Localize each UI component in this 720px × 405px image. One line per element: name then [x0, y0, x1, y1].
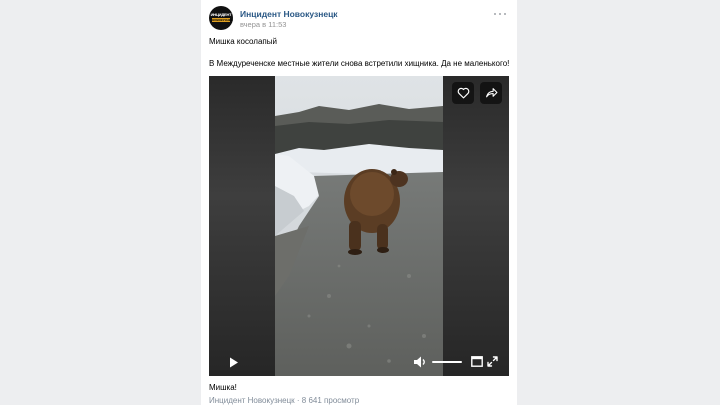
fullscreen-icon[interactable]: [487, 356, 498, 367]
video-player[interactable]: [209, 76, 509, 376]
pip-icon[interactable]: [471, 356, 483, 367]
post-time[interactable]: вчера в 11:53: [240, 20, 286, 29]
avatar-logo-subtext: НОВОКУЗНЕЦК: [212, 18, 233, 22]
share-icon: [485, 88, 497, 98]
play-icon[interactable]: [229, 357, 239, 368]
more-options-icon[interactable]: [494, 10, 508, 18]
share-video-button[interactable]: [480, 82, 502, 104]
post-title: Мишка косолапый: [209, 37, 277, 46]
like-video-button[interactable]: [452, 82, 474, 104]
volume-slider[interactable]: [432, 361, 462, 363]
volume-icon[interactable]: [413, 356, 427, 368]
video-meta: Инцидент Новокузнецк · 8 641 просмотр: [209, 396, 360, 405]
avatar-logo-text: ИНЦИДЕНТ: [210, 12, 232, 17]
video-frame: [209, 76, 509, 376]
video-caption[interactable]: Мишка!: [209, 383, 237, 392]
post-text: В Междуреченске местные жители снова вст…: [209, 59, 510, 68]
group-avatar[interactable]: ИНЦИДЕНТ НОВОКУЗНЕЦК: [209, 6, 233, 30]
post-card: ИНЦИДЕНТ НОВОКУЗНЕЦК Инцидент Новокузнец…: [201, 0, 517, 405]
group-name-link[interactable]: Инцидент Новокузнецк: [240, 9, 338, 19]
heart-icon: [457, 87, 469, 99]
